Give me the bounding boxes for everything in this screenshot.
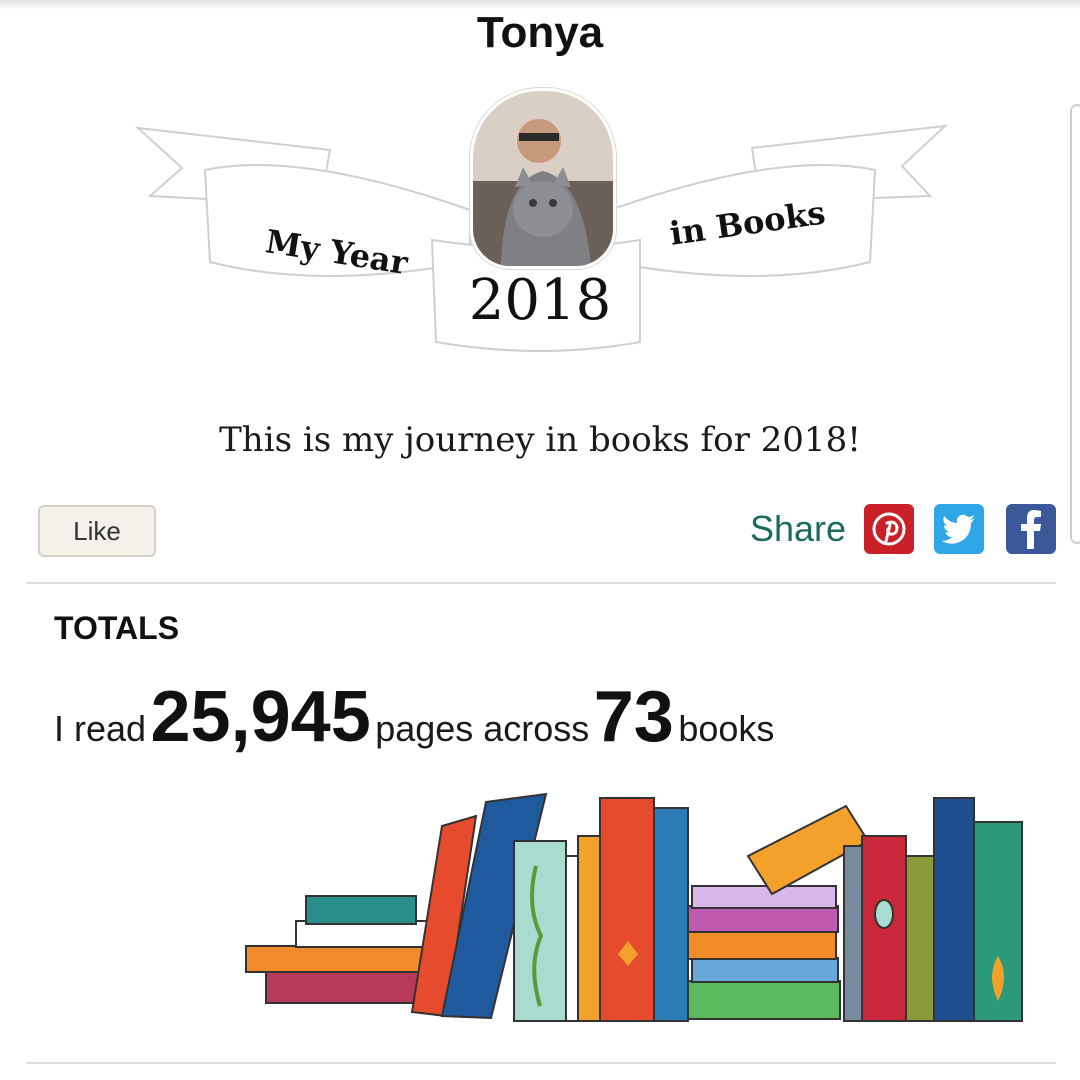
- pinterest-icon: [872, 512, 906, 546]
- bottom-divider: [26, 1062, 1056, 1064]
- share-label: Share: [750, 508, 847, 549]
- books-illustration: [245, 792, 1023, 1022]
- like-button[interactable]: Like: [38, 505, 156, 557]
- totals-suffix: books: [678, 708, 775, 749]
- section-divider: [26, 582, 1056, 584]
- totals-summary: I read 25,945 pages across 73 books: [54, 676, 774, 758]
- totals-middle: pages across: [375, 708, 590, 749]
- banner-year: 2018: [468, 268, 612, 333]
- total-books: 73: [593, 677, 674, 757]
- year-description: This is my journey in books for 2018!: [219, 420, 861, 460]
- pinterest-share-button[interactable]: [864, 504, 914, 554]
- totals-heading: TOTALS: [54, 610, 180, 646]
- totals-prefix: I read: [54, 708, 147, 749]
- twitter-icon: [942, 514, 975, 544]
- facebook-share-button[interactable]: [1006, 504, 1056, 554]
- twitter-share-button[interactable]: [934, 504, 984, 554]
- scrollbar[interactable]: [1070, 104, 1080, 544]
- profile-avatar[interactable]: [470, 88, 616, 269]
- facebook-icon: [1021, 510, 1041, 549]
- total-pages: 25,945: [150, 677, 371, 757]
